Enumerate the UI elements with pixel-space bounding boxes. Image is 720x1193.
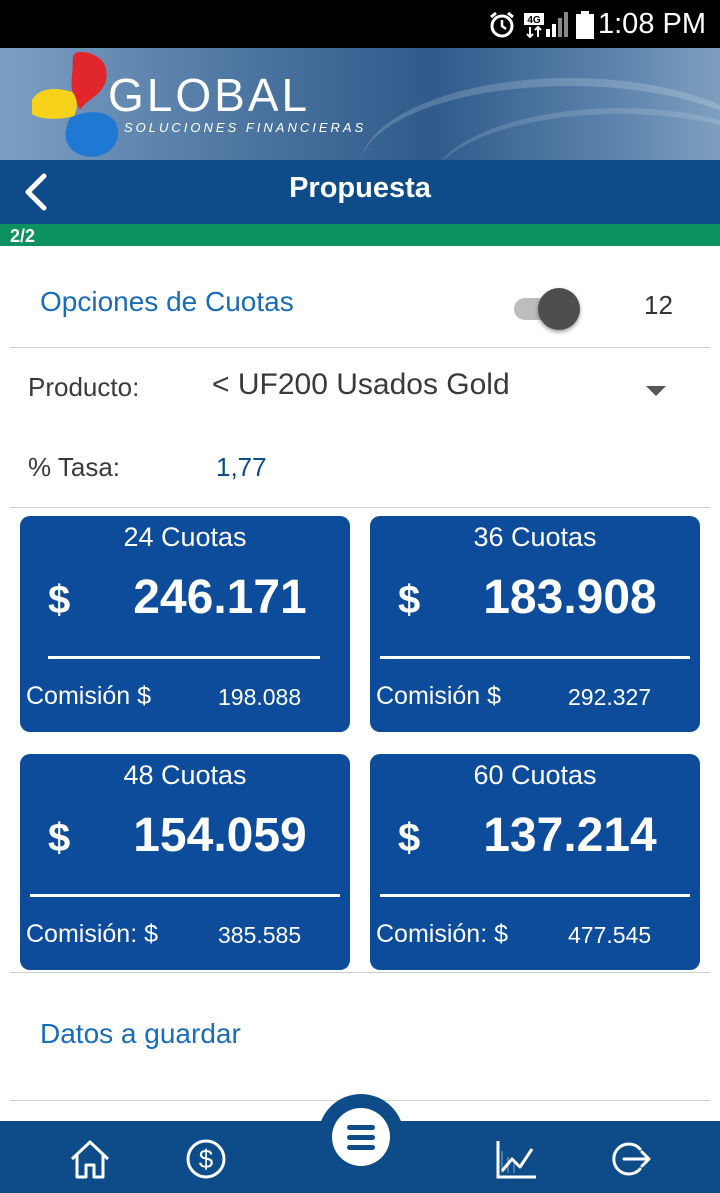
card-commission-label: Comisión $	[376, 682, 502, 710]
rate-value: 1,77	[216, 452, 267, 482]
card-divider	[48, 656, 320, 659]
card-divider	[30, 894, 340, 897]
product-label: Producto:	[28, 372, 140, 402]
dollar-icon[interactable]: $	[184, 1137, 228, 1181]
product-select[interactable]: < UF200 Usados Gold	[206, 362, 686, 412]
card-commission-value: 477.545	[568, 922, 652, 948]
svg-text:$: $	[199, 1144, 214, 1174]
card-divider	[380, 656, 690, 659]
card-currency: $	[398, 578, 421, 622]
installment-options-toggle[interactable]	[514, 286, 580, 330]
signal-icon: 4G	[524, 12, 568, 39]
brand-name: GLOBAL	[108, 69, 311, 121]
rate-label: % Tasa:	[28, 452, 121, 482]
card-title: 48 Cuotas	[123, 760, 247, 790]
card-commission-label: Comisión: $	[376, 920, 508, 948]
installment-card-48[interactable]: 48 Cuotas $ 154.059 Comisión: $ 385.585	[20, 754, 350, 970]
home-icon[interactable]	[68, 1137, 112, 1181]
card-commission-value: 292.327	[568, 684, 652, 710]
dropdown-arrow-icon	[646, 386, 666, 396]
menu-icon	[347, 1125, 375, 1150]
card-amount: 183.908	[483, 571, 657, 624]
step-indicator: 2/2	[10, 226, 36, 246]
toggle-thumb	[538, 288, 580, 330]
page-title: Propuesta	[289, 172, 431, 204]
chart-icon[interactable]	[494, 1137, 538, 1181]
step-progress-bar: 2/2	[0, 224, 720, 246]
card-commission-label: Comisión: $	[26, 920, 158, 948]
card-currency: $	[398, 816, 421, 860]
battery-icon	[576, 11, 594, 39]
divider	[10, 507, 710, 508]
status-icons: 4G	[488, 10, 594, 40]
installment-options-row: Opciones de Cuotas 12	[10, 262, 710, 348]
card-title: 24 Cuotas	[123, 522, 247, 552]
installment-options-value: 12	[644, 290, 673, 320]
card-currency: $	[48, 578, 71, 622]
brand-tagline: SOLUCIONES FINANCIERAS	[124, 120, 367, 135]
card-commission-value: 385.585	[218, 922, 302, 948]
menu-fab-inner	[332, 1108, 390, 1166]
card-amount: 137.214	[483, 809, 657, 862]
installment-card-36[interactable]: 36 Cuotas $ 183.908 Comisión $ 292.327	[370, 516, 700, 732]
card-commission-value: 198.088	[218, 684, 302, 710]
installment-options-label: Opciones de Cuotas	[40, 286, 294, 317]
card-divider	[380, 894, 690, 897]
card-amount: 246.171	[133, 571, 307, 624]
card-currency: $	[48, 816, 71, 860]
card-title: 60 Cuotas	[473, 760, 597, 790]
data-to-save-section[interactable]: Datos a guardar	[40, 1018, 241, 1050]
card-amount: 154.059	[133, 809, 307, 862]
status-bar: 4G 1:08 PM	[0, 0, 720, 48]
svg-text:4G: 4G	[527, 15, 541, 26]
product-selected-value: < UF200 Usados Gold	[212, 368, 510, 401]
app-header: Propuesta	[0, 160, 720, 224]
card-commission-label: Comisión $	[26, 682, 152, 710]
brand-banner: GLOBAL SOLUCIONES FINANCIERAS	[0, 48, 720, 160]
installment-card-24[interactable]: 24 Cuotas $ 246.171 Comisión $ 198.088	[20, 516, 350, 732]
card-title: 36 Cuotas	[473, 522, 597, 552]
main-menu-button[interactable]	[318, 1094, 404, 1180]
alarm-icon	[490, 11, 514, 38]
installment-card-60[interactable]: 60 Cuotas $ 137.214 Comisión: $ 477.545	[370, 754, 700, 970]
clock: 1:08 PM	[598, 8, 706, 40]
logout-icon[interactable]	[608, 1137, 652, 1181]
divider	[10, 972, 710, 973]
